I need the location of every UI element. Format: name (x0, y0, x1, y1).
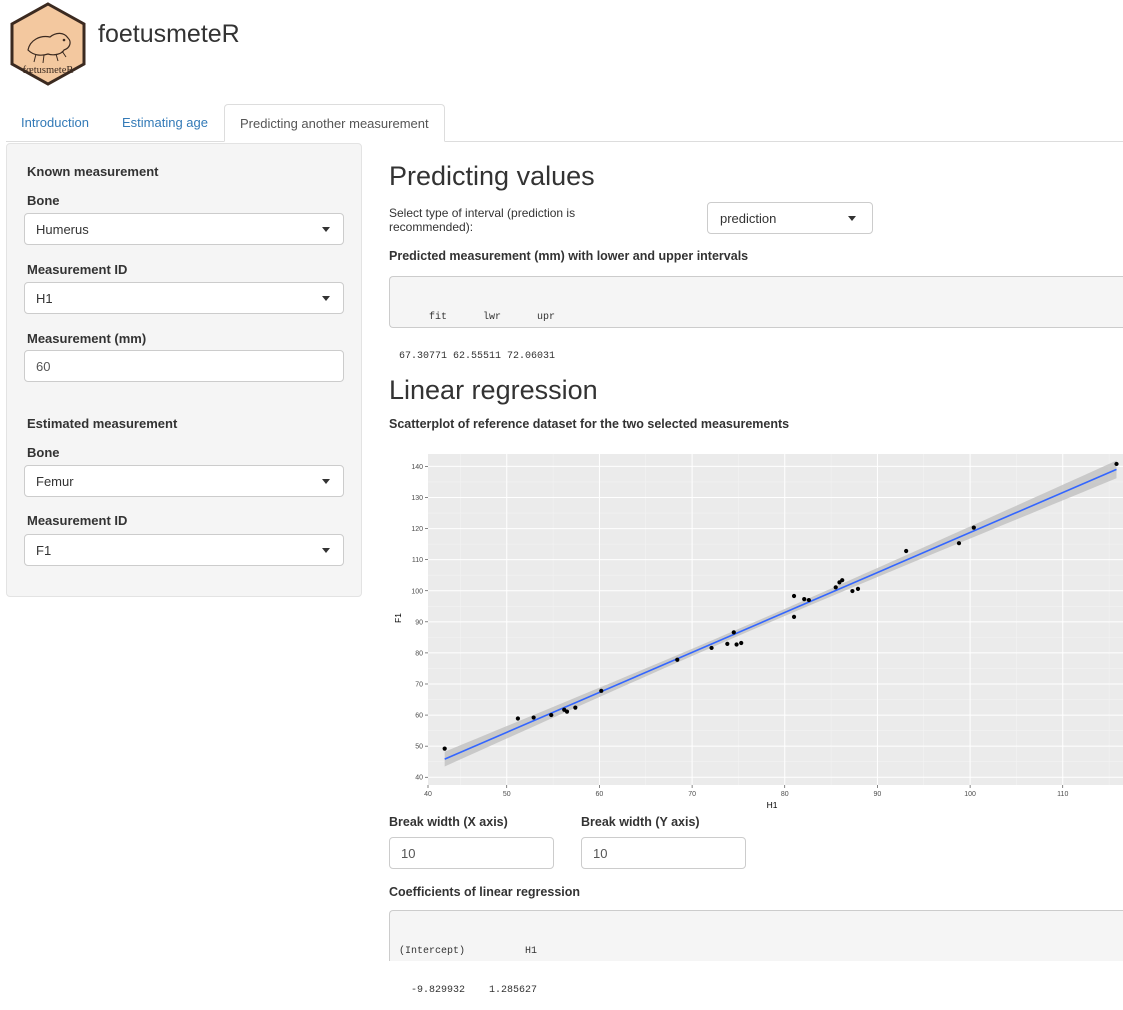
y-tick-label: 110 (412, 557, 423, 564)
known-bone-label: Bone (27, 193, 60, 208)
estimated-measurement-id-value: F1 (36, 543, 52, 558)
interval-type-value: prediction (720, 211, 777, 226)
foetusmeter-logo: fœtusmeteR (10, 2, 86, 86)
data-point (840, 578, 845, 583)
data-point (739, 640, 744, 646)
chevron-down-icon (322, 296, 330, 301)
interval-type-label: Select type of interval (prediction is r… (389, 206, 576, 234)
data-point (802, 597, 807, 602)
known-measurement-heading: Known measurement (27, 164, 159, 179)
scatterplot-chart: 40 50 60 70 80 90 100 110 40 50 60 70 80 90 100 110 120… (393, 454, 1123, 810)
y-tick-label: 80 (415, 650, 423, 657)
y-axis-ticks: 40 50 60 70 80 90 100 110 120 130 140 (411, 464, 428, 782)
predicting-values-title: Predicting values (389, 161, 595, 191)
y-axis-title: F1 (393, 613, 403, 623)
known-measurement-id-select[interactable]: H1 (24, 282, 344, 314)
data-point (833, 585, 838, 590)
data-point (855, 586, 861, 591)
known-bone-value: Humerus (36, 222, 89, 237)
tab-introduction[interactable]: Introduction (6, 104, 104, 141)
y-tick-label: 120 (411, 526, 423, 533)
tab-predicting-another-measurement[interactable]: Predicting another measurement (224, 104, 445, 142)
known-bone-select[interactable]: Humerus (24, 213, 344, 245)
chevron-down-icon (322, 548, 330, 553)
estimated-bone-select[interactable]: Femur (24, 465, 344, 497)
linear-regression-title: Linear regression (389, 375, 598, 405)
predicted-measurement-label: Predicted measurement (mm) with lower an… (389, 249, 749, 263)
interval-type-select[interactable]: prediction (707, 202, 873, 234)
data-point (734, 642, 739, 647)
x-tick-label: 80 (781, 791, 789, 798)
y-tick-label: 60 (415, 713, 423, 720)
estimated-bone-value: Femur (36, 474, 74, 489)
predicted-output: fit lwr upr 67.30771 62.55511 72.06031 (389, 276, 1123, 362)
predicted-output-values: 67.30771 62.55511 72.06031 (399, 351, 556, 362)
data-point (731, 630, 736, 635)
chevron-down-icon (848, 216, 856, 221)
app-header: fœtusmeteR foetusmeteR (6, 2, 606, 86)
data-point (791, 614, 797, 619)
data-point (675, 657, 680, 662)
coefficients-output: (Intercept) H1 -9.829932 1.285627 (389, 910, 1123, 996)
data-point (531, 715, 536, 720)
y-tick-label: 40 (415, 775, 423, 782)
data-point (956, 541, 962, 546)
break-width-x-input[interactable] (389, 837, 554, 869)
coefficients-output-values: -9.829932 1.285627 (399, 985, 538, 996)
chevron-down-icon (322, 479, 330, 484)
break-width-y-label: Break width (Y axis) (581, 815, 700, 829)
chevron-down-icon (322, 227, 330, 232)
coefficients-label: Coefficients of linear regression (389, 885, 581, 899)
x-tick-label: 50 (503, 791, 511, 798)
data-point (1114, 461, 1119, 467)
data-point (850, 588, 855, 594)
data-point (725, 641, 730, 646)
predicted-output-header: fit lwr upr (399, 312, 556, 323)
y-tick-label: 70 (415, 681, 423, 688)
data-point (599, 688, 604, 693)
estimated-measurement-id-label: Measurement ID (27, 513, 128, 528)
x-axis-title: H1 (767, 800, 778, 810)
known-measurement-id-value: H1 (36, 291, 53, 306)
break-width-y-input[interactable] (581, 837, 746, 869)
data-point (515, 716, 520, 721)
x-tick-label: 40 (424, 791, 432, 798)
y-tick-label: 90 (415, 619, 423, 626)
data-point (971, 525, 976, 530)
measurement-mm-label: Measurement (mm) (27, 331, 147, 346)
y-tick-label: 140 (411, 464, 423, 471)
estimated-bone-label: Bone (27, 445, 60, 460)
data-point (904, 548, 909, 554)
x-axis-ticks: 40 50 60 70 80 90 100 110 (424, 785, 1068, 798)
estimated-measurement-heading: Estimated measurement (27, 416, 178, 431)
x-tick-label: 110 (1057, 791, 1068, 798)
app-title: foetusmeteR (98, 20, 240, 48)
x-tick-label: 70 (688, 791, 696, 798)
break-width-x-label: Break width (X axis) (389, 815, 508, 829)
data-point (806, 597, 811, 603)
estimated-measurement-id-select[interactable]: F1 (24, 534, 344, 566)
data-point (709, 645, 714, 651)
tab-bar: Introduction Estimating age Predicting a… (6, 104, 1123, 142)
x-tick-label: 100 (964, 791, 976, 798)
logo-text: fœtusmeteR (23, 65, 74, 76)
sidebar-panel: Known measurement Bone Humerus Measureme… (6, 143, 362, 597)
data-point (564, 709, 570, 714)
y-tick-label: 100 (411, 588, 423, 595)
data-point (549, 712, 554, 718)
data-point (442, 746, 447, 751)
scatterplot-label: Scatterplot of reference dataset for the… (389, 417, 790, 431)
tab-estimating-age[interactable]: Estimating age (107, 104, 223, 141)
measurement-mm-input[interactable] (24, 350, 344, 382)
coefficients-output-header: (Intercept) H1 (399, 946, 538, 957)
known-measurement-id-label: Measurement ID (27, 262, 128, 277)
data-point (791, 593, 797, 599)
data-point (573, 705, 578, 710)
y-tick-label: 50 (415, 744, 423, 751)
y-tick-label: 130 (411, 495, 423, 502)
x-tick-label: 90 (874, 791, 882, 798)
x-tick-label: 60 (596, 791, 604, 798)
